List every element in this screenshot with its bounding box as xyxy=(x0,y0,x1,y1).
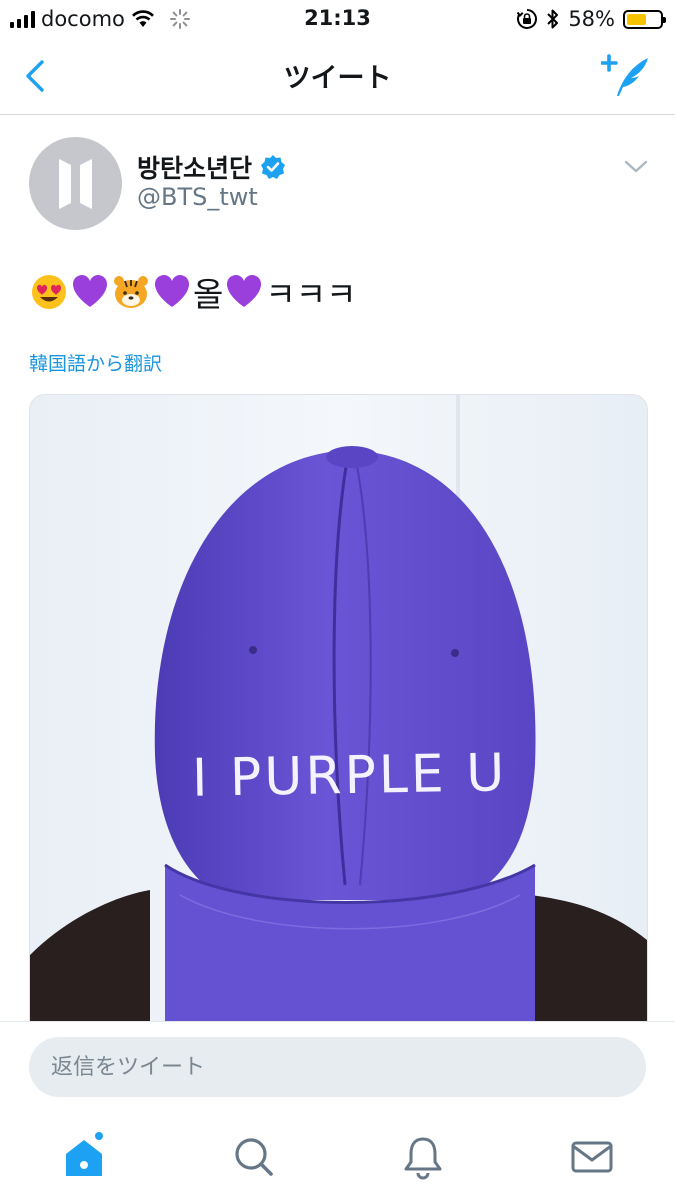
home-icon[interactable] xyxy=(60,1132,110,1182)
purple-heart-icon xyxy=(227,275,262,307)
reply-bar xyxy=(0,1021,675,1117)
purple-heart-icon xyxy=(155,275,189,307)
heart-eyes-emoji-icon xyxy=(32,275,66,309)
verified-badge-icon xyxy=(261,155,286,179)
avatar[interactable] xyxy=(29,137,122,230)
bluetooth-icon xyxy=(547,9,559,29)
page-title: ツイート xyxy=(283,63,392,94)
nav-bar: ツイート xyxy=(0,38,675,115)
cap-slogan: I PURPLE U xyxy=(192,743,508,808)
tweet-text-mid: 올 xyxy=(193,275,224,314)
name-row: 방탄소년단 xyxy=(137,149,286,185)
tiger-face-emoji-icon xyxy=(114,276,148,308)
tab-bar xyxy=(0,1116,675,1200)
author-name[interactable]: 방탄소년단 xyxy=(137,149,252,185)
tweet-text: 올 ㅋㅋㅋ xyxy=(29,268,356,316)
reply-input[interactable] xyxy=(29,1037,646,1097)
tweet-media-image[interactable]: I PURPLE U xyxy=(29,394,648,1036)
search-icon[interactable] xyxy=(229,1132,279,1182)
purple-heart-icon xyxy=(73,275,107,307)
author-handle[interactable]: @BTS_twt xyxy=(137,183,258,211)
tweet-author: 방탄소년단 @BTS_twt xyxy=(29,137,649,233)
battery-percent: 58% xyxy=(568,7,615,31)
compose-tweet-icon[interactable] xyxy=(601,52,651,102)
battery-icon xyxy=(623,9,666,29)
chevron-down-icon[interactable] xyxy=(623,157,649,177)
notifications-icon[interactable] xyxy=(398,1132,448,1182)
translate-link[interactable]: 韓国語から翻訳 xyxy=(29,349,162,376)
cap-photo: I PURPLE U xyxy=(30,395,647,1035)
tweet-text-end: ㅋㅋㅋ xyxy=(265,275,357,314)
status-right: 58% xyxy=(516,6,666,32)
bts-logo-icon xyxy=(59,159,92,209)
orientation-lock-icon xyxy=(517,9,538,29)
messages-icon[interactable] xyxy=(567,1132,617,1182)
status-bar: docomo 21:13 58% xyxy=(0,0,675,38)
